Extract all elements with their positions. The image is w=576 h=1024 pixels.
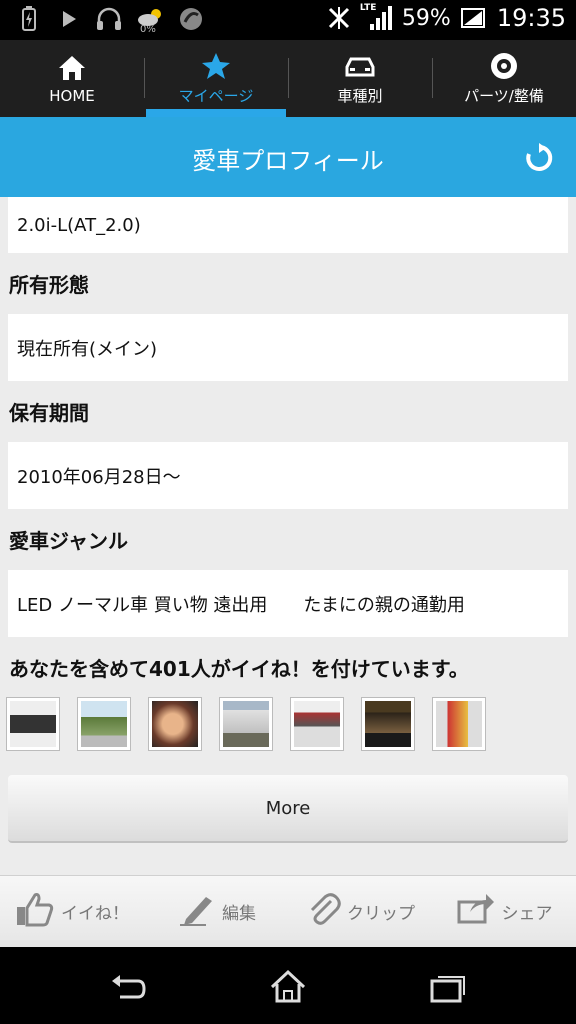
user-avatar[interactable]: [219, 697, 273, 751]
tab-home[interactable]: HOME: [0, 40, 144, 117]
tab-car-models[interactable]: 車種別: [288, 40, 432, 117]
paperclip-icon: [305, 891, 341, 932]
pencil-icon: [176, 891, 216, 932]
tire-icon: [489, 51, 519, 81]
likes-count-text: あなたを含めて401人がイイね！を付けています。: [9, 657, 469, 681]
page-title: 愛車プロフィール: [192, 147, 384, 175]
tab-label: マイページ: [178, 87, 254, 105]
recent-apps-icon[interactable]: [428, 967, 468, 1007]
action-bar: イイね！ 編集 クリップ シェア: [0, 875, 576, 947]
play-icon: [56, 6, 82, 32]
like-button[interactable]: イイね！: [0, 876, 144, 947]
lte-signal-icon: LTE: [359, 3, 392, 31]
refresh-icon[interactable]: [524, 143, 554, 173]
page-header: 愛車プロフィール: [0, 117, 576, 197]
user-avatar[interactable]: [6, 697, 60, 751]
car-icon: [345, 51, 375, 81]
main-nav: HOME マイページ 車種別 パーツ/整備: [0, 40, 576, 117]
headphones-icon: [96, 6, 122, 32]
tab-label: 車種別: [337, 87, 383, 105]
profile-content: 2.0i-L(AT_2.0) 所有形態 現在所有(メイン) 保有期間 2010年…: [0, 197, 576, 875]
battery-percent: 59%: [401, 5, 451, 31]
home-nav-icon[interactable]: [268, 967, 308, 1007]
share-button[interactable]: シェア: [432, 876, 576, 947]
nfc-icon: [326, 5, 352, 31]
period-value: 2010年06月28日〜: [8, 442, 568, 509]
share-icon: [456, 892, 496, 931]
edit-label: 編集: [222, 904, 256, 924]
genre-heading: 愛車ジャンル: [9, 529, 128, 553]
tab-mypage[interactable]: マイページ: [144, 40, 288, 117]
grade-value: 2.0i-L(AT_2.0): [8, 197, 568, 253]
sync-app-icon: [178, 6, 204, 32]
clip-label: クリップ: [347, 904, 415, 924]
tab-parts-maintenance[interactable]: パーツ/整備: [432, 40, 576, 117]
genre-value: LED ノーマル車 買い物 遠出用 たまにの親の通勤用: [8, 570, 568, 637]
network-type: LTE: [359, 3, 377, 13]
tab-label: HOME: [49, 86, 95, 105]
weather-icon: 0%: [136, 6, 164, 35]
user-avatar[interactable]: [361, 697, 415, 751]
clip-button[interactable]: クリップ: [288, 876, 432, 947]
ownership-value: 現在所有(メイン): [8, 314, 568, 381]
edit-button[interactable]: 編集: [144, 876, 288, 947]
liked-users-thumbnails: [6, 697, 486, 751]
more-button[interactable]: More: [8, 775, 568, 843]
ownership-heading: 所有形態: [9, 273, 89, 297]
star-icon: [201, 51, 231, 81]
back-icon[interactable]: [108, 967, 148, 1007]
status-bar: 0% LTE 59% 19:35: [0, 0, 576, 40]
user-avatar[interactable]: [77, 697, 131, 751]
user-avatar[interactable]: [290, 697, 344, 751]
share-label: シェア: [501, 904, 553, 924]
like-label: イイね！: [61, 904, 129, 924]
home-icon: [57, 53, 87, 83]
tab-label: パーツ/整備: [464, 87, 544, 105]
user-avatar[interactable]: [148, 697, 202, 751]
thumbs-up-icon: [15, 891, 55, 932]
battery-charging-icon: [16, 6, 42, 32]
system-nav-bar: [0, 947, 576, 1024]
user-avatar[interactable]: [432, 697, 486, 751]
period-heading: 保有期間: [9, 401, 89, 425]
data-percent: 0%: [140, 24, 156, 35]
battery-icon: [460, 5, 487, 31]
clock: 19:35: [496, 4, 566, 32]
